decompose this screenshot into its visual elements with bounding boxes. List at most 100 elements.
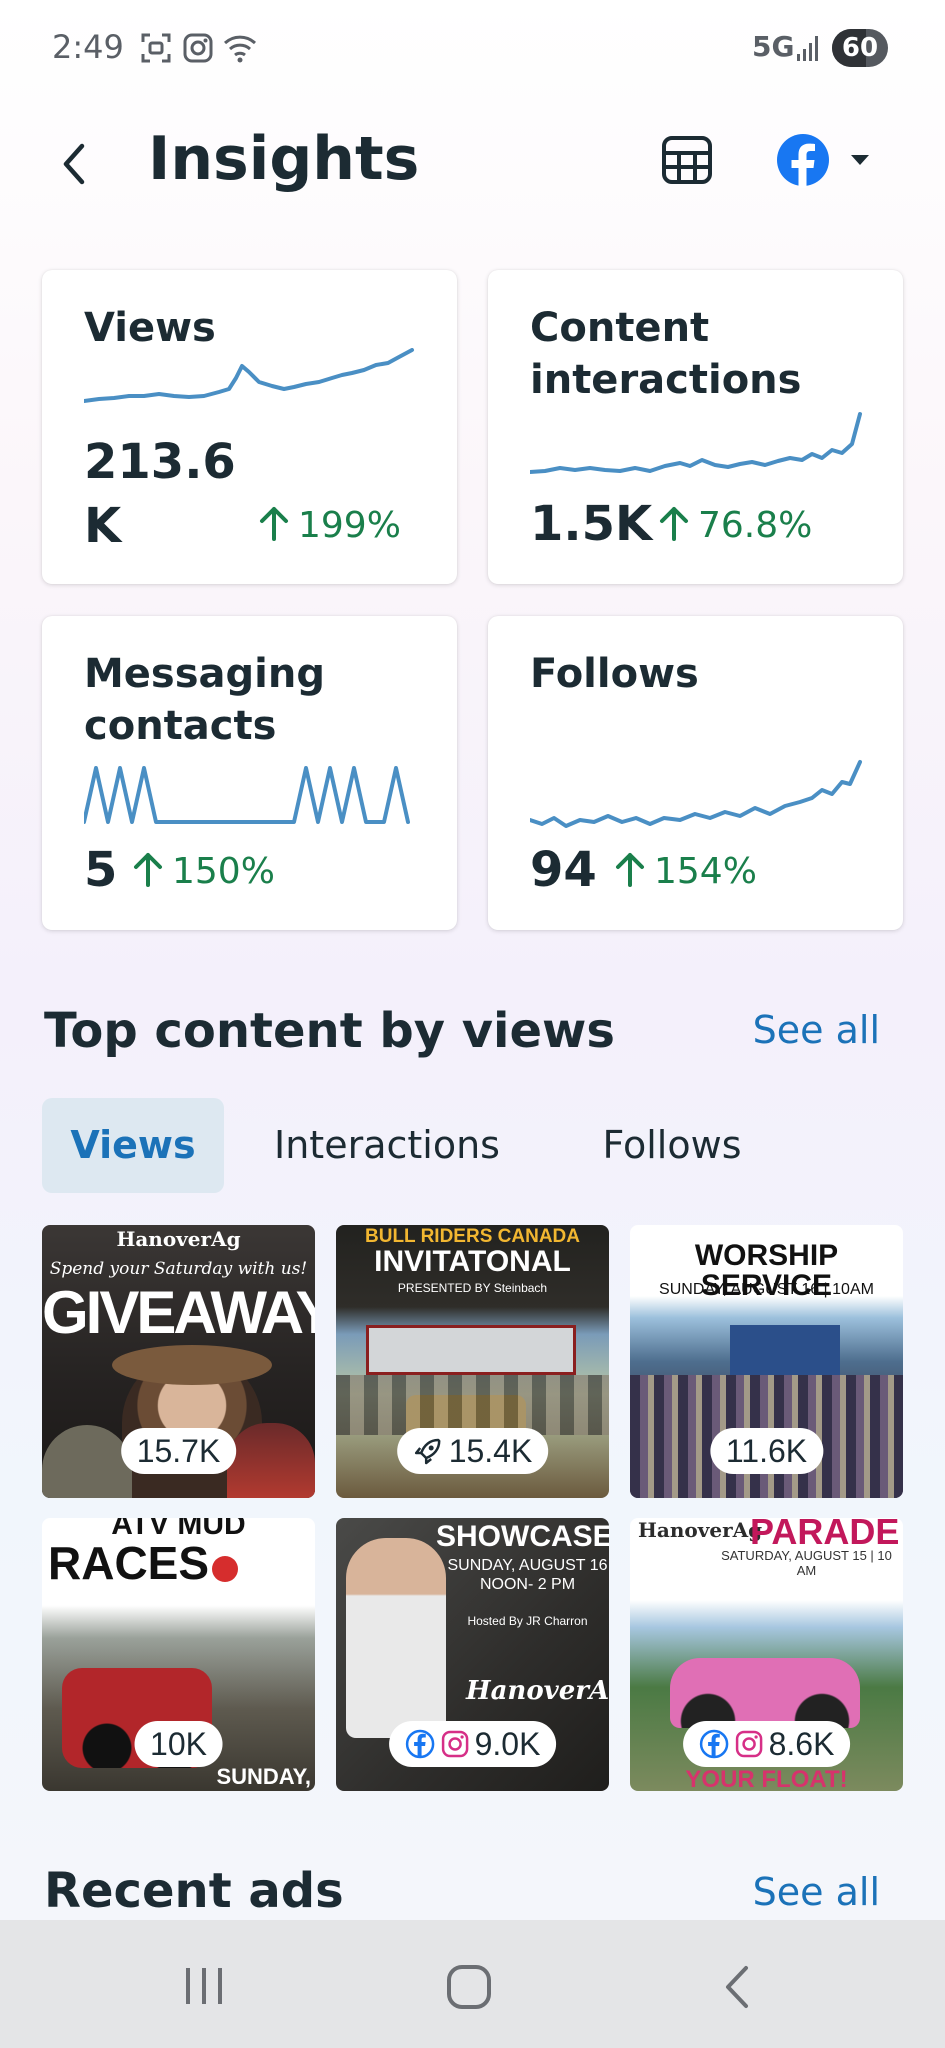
view-count: 9.0K [474, 1725, 541, 1762]
view-count: 15.4K [448, 1432, 533, 1469]
section-title-top-content: Top content by views [44, 1003, 615, 1059]
back-arrow-icon [726, 1966, 748, 2008]
metric-card-messaging-contacts[interactable]: Messaging contacts 5 150% [42, 616, 457, 930]
view-count: 11.6K [725, 1432, 808, 1469]
metric-value: 94 [530, 842, 597, 898]
metric-change-value: 199% [298, 505, 401, 546]
content-thumbnail[interactable]: BULL RIDERS CANADA INVITATONAL PRESENTED… [336, 1225, 609, 1498]
account-switcher[interactable] [775, 130, 875, 190]
metric-title: Follows [530, 651, 699, 697]
view-count-badge: 11.6K [709, 1428, 824, 1474]
thumb-presenter: PRESENTED BY Steinbach [397, 1281, 548, 1295]
app-header: Insights [0, 100, 945, 230]
arrow-up-icon [616, 853, 644, 887]
metric-value: 5 [84, 842, 118, 898]
thumb-brand: BULL RIDERS CANADA [365, 1226, 580, 1247]
thumb-hat-image [112, 1345, 272, 1385]
messaging-contacts-sparkline [84, 766, 410, 824]
thumb-headline: RACES [48, 1537, 210, 1589]
follows-sparkline [530, 760, 862, 828]
facebook-icon [777, 134, 869, 188]
tab-interactions[interactable]: Interactions [262, 1098, 512, 1193]
system-navigation-bar [0, 1920, 945, 2048]
thumb-horse-image [42, 1425, 132, 1498]
thumb-date: SUNDAY, AUGUST 16 NOON- 2 PM [447, 1557, 608, 1593]
metric-value: 1.5K [530, 496, 653, 552]
content-thumbnail[interactable]: WORSHIP SERVICE SUNDAY, AUGUST 16 | 10AM… [630, 1225, 903, 1498]
instagram-icon [182, 32, 214, 68]
thumb-host: Hosted By JR Charron [467, 1614, 588, 1628]
thumb-singer-image [227, 1423, 315, 1498]
arrow-up-icon [134, 853, 162, 887]
network-type: 5G [752, 30, 795, 63]
recent-apps-icon [186, 1968, 222, 2004]
see-all-top-content-link[interactable]: See all [753, 1008, 880, 1052]
system-back-button[interactable] [718, 1964, 758, 2014]
views-sparkline [84, 348, 414, 403]
content-thumbnail[interactable]: HanoverAg PARADE SATURDAY, AUGUST 15 | 1… [630, 1518, 903, 1791]
facebook-icon [699, 1729, 728, 1759]
content-thumbnail[interactable]: HanoverAg Spend your Saturday with us! G… [42, 1225, 315, 1498]
signal-icon [796, 34, 822, 66]
view-count-badge: 8.6K [682, 1721, 851, 1767]
thumb-arena-image [366, 1325, 576, 1375]
section-title-recent-ads: Recent ads [44, 1863, 344, 1919]
thumb-date: SATURDAY, AUGUST 15 | 10 AM [721, 1548, 892, 1578]
metric-change-value: 154% [654, 851, 757, 892]
thumb-footer-text: YOUR FLOAT! [685, 1766, 848, 1792]
view-count-badge: 15.4K [396, 1428, 549, 1474]
content-thumbnail[interactable]: SHOWCASE SUNDAY, AUGUST 16 NOON- 2 PM Ho… [336, 1518, 609, 1791]
instagram-icon [441, 1730, 468, 1758]
wifi-icon [222, 32, 258, 68]
tab-follows[interactable]: Follows [572, 1098, 772, 1193]
thumb-headline: SHOWCASE [436, 1520, 609, 1553]
see-all-recent-ads-link[interactable]: See all [753, 1870, 880, 1914]
metric-card-follows[interactable]: Follows 94 154% [488, 616, 903, 930]
metric-change: 76.8% [658, 505, 812, 546]
screenshot-icon [140, 32, 172, 68]
metric-title: Content interactions [530, 305, 802, 403]
thumb-headline: GIVEAWAY [42, 1279, 315, 1346]
content-thumbnail[interactable]: ATV MUD RACES SUNDAY, 10K [42, 1518, 315, 1791]
thumb-date: SUNDAY, AUGUST 16 | 10AM [659, 1281, 874, 1298]
recent-apps-button[interactable] [182, 1964, 226, 2012]
thumb-stage-image [730, 1325, 840, 1375]
metric-change-value: 150% [172, 851, 275, 892]
metric-card-views[interactable]: Views 213.6 K 199% [42, 270, 457, 584]
content-interactions-sparkline [530, 412, 862, 474]
export-table-button[interactable] [660, 132, 716, 188]
table-icon [662, 136, 712, 184]
metric-title: Views [84, 305, 216, 351]
thumb-buggy-image [670, 1658, 860, 1728]
status-time: 2:49 [52, 28, 124, 66]
view-count: 10K [150, 1725, 207, 1762]
back-button[interactable] [52, 132, 108, 196]
thumb-tagline: Spend your Saturday with us! [49, 1259, 308, 1279]
metric-change: 150% [132, 851, 275, 892]
battery-indicator: 60 [832, 29, 888, 67]
metric-change: 199% [258, 505, 401, 546]
view-count-badge: 9.0K [388, 1721, 557, 1767]
rocket-boost-icon [414, 1438, 440, 1465]
thumb-person-image [346, 1538, 446, 1738]
thumb-headline: PARADE [750, 1518, 900, 1552]
view-count-badge: 10K [134, 1721, 223, 1767]
arrow-up-icon [660, 507, 688, 541]
metric-card-content-interactions[interactable]: Content interactions 1.5K 76.8% [488, 270, 903, 584]
thumb-riders-image [336, 1375, 609, 1435]
view-count: 15.7K [136, 1432, 221, 1469]
page-title: Insights [148, 124, 420, 194]
arrow-up-icon [260, 507, 288, 541]
status-bar: 2:49 5G 60 [0, 0, 945, 96]
home-button[interactable] [446, 1964, 492, 2014]
thumb-brand: HanoverAg [466, 1676, 609, 1706]
tab-views[interactable]: Views [42, 1098, 224, 1193]
metric-title: Messaging contacts [84, 651, 325, 749]
southwood-logo [212, 1556, 238, 1582]
view-count-badge: 15.7K [120, 1428, 237, 1474]
battery-text: 60 [841, 33, 879, 63]
thumb-day: SUNDAY, [216, 1764, 311, 1789]
home-icon [447, 1965, 491, 2009]
thumb-brand: HanoverAg [116, 1227, 241, 1251]
facebook-icon [405, 1729, 434, 1759]
